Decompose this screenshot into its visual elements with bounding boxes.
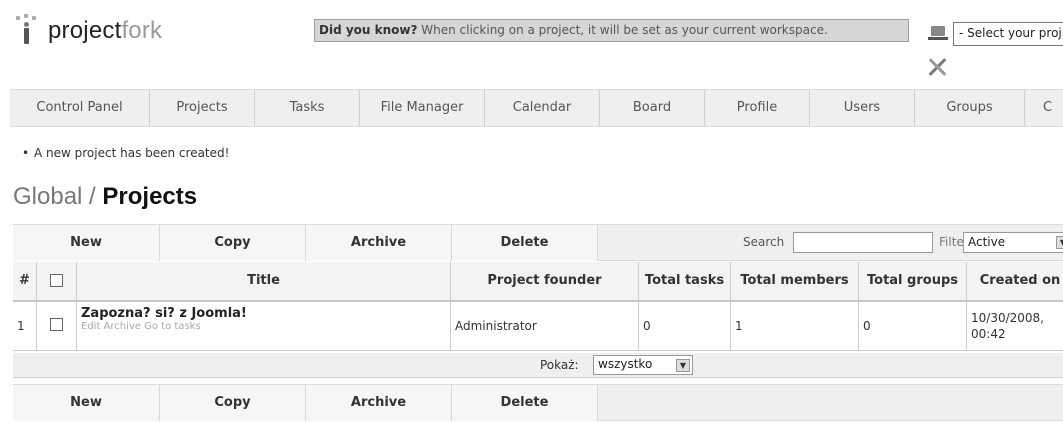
title-prefix[interactable]: Global <box>13 183 82 210</box>
archive-button-bottom[interactable]: Archive <box>306 385 452 421</box>
did-you-know-tip: Did you know? When clicking on a project… <box>314 19 909 42</box>
delete-button-bottom[interactable]: Delete <box>452 385 598 421</box>
nav-more[interactable]: C <box>1025 90 1063 126</box>
created-time: 00:42 <box>971 327 1006 341</box>
nav-users[interactable]: Users <box>810 90 915 126</box>
logo[interactable]: projectfork <box>14 14 162 48</box>
row-total-members: 1 <box>731 302 859 350</box>
pager-label: Pokaż: <box>540 358 579 372</box>
nav-board[interactable]: Board <box>600 90 705 126</box>
tip-label: Did you know? <box>319 23 418 37</box>
header-total-groups[interactable]: Total groups <box>859 262 967 300</box>
row-total-groups: 0 <box>859 302 967 350</box>
header-select-all <box>37 262 77 300</box>
archive-button[interactable]: Archive <box>306 225 452 261</box>
filter-select[interactable]: Active▼ <box>963 232 1063 253</box>
search-label: Search <box>743 235 785 249</box>
header-total-tasks[interactable]: Total tasks <box>639 262 731 300</box>
search-input[interactable] <box>793 232 933 253</box>
nav-tasks[interactable]: Tasks <box>255 90 360 126</box>
action-toolbar-bottom: New Copy Archive Delete <box>13 384 1063 421</box>
workspace-icon <box>928 24 948 40</box>
header-founder[interactable]: Project founder <box>451 262 639 300</box>
new-button-bottom[interactable]: New <box>13 385 160 421</box>
new-button[interactable]: New <box>13 225 160 261</box>
row-created-on: 10/30/2008, 00:42 <box>967 302 1063 350</box>
created-date: 10/30/2008, <box>971 311 1044 325</box>
copy-button[interactable]: Copy <box>160 225 306 261</box>
header-num: # <box>13 262 37 300</box>
nav-projects[interactable]: Projects <box>150 90 255 126</box>
select-all-checkbox[interactable] <box>50 274 63 287</box>
nav-groups[interactable]: Groups <box>915 90 1025 126</box>
copy-button-bottom[interactable]: Copy <box>160 385 306 421</box>
pagination-bar: Pokaż: wszystko ▼ <box>13 353 1063 378</box>
tip-text: When clicking on a project, it will be s… <box>417 23 828 37</box>
project-title-link[interactable]: Zapozna? si? z Joomla! <box>81 306 446 321</box>
tools-icon[interactable] <box>926 56 948 78</box>
workspace-select[interactable]: - Select your proj <box>953 22 1063 46</box>
row-total-tasks: 0 <box>639 302 731 350</box>
row-checkbox[interactable] <box>50 318 63 331</box>
project-actions[interactable]: Edit Archive Go to tasks <box>81 321 446 332</box>
projectfork-logo-icon <box>14 14 40 48</box>
header-total-members[interactable]: Total members <box>731 262 859 300</box>
row-num: 1 <box>13 302 37 350</box>
header-title[interactable]: Title <box>77 262 451 300</box>
header-created-on[interactable]: Created on <box>967 262 1063 300</box>
nav-profile[interactable]: Profile <box>705 90 810 126</box>
nav-calendar[interactable]: Calendar <box>485 90 600 126</box>
nav-control-panel[interactable]: Control Panel <box>10 90 150 126</box>
title-separator: / <box>82 183 103 210</box>
chevron-down-icon: ▼ <box>1056 236 1063 249</box>
status-message: A new project has been created! <box>22 146 229 160</box>
page-title: Global / Projects <box>13 183 197 211</box>
pager-limit-select[interactable]: wszystko ▼ <box>593 355 693 375</box>
table-header-row: # Title Project founder Total tasks Tota… <box>13 262 1063 302</box>
table-row: 1 Zapozna? si? z Joomla! Edit Archive Go… <box>13 302 1063 351</box>
projects-table: # Title Project founder Total tasks Tota… <box>13 262 1063 351</box>
chevron-down-icon: ▼ <box>676 359 690 372</box>
nav-file-manager[interactable]: File Manager <box>360 90 485 126</box>
row-founder: Administrator <box>451 302 639 350</box>
delete-button[interactable]: Delete <box>452 225 598 261</box>
title-main: Projects <box>102 183 198 210</box>
row-title-cell: Zapozna? si? z Joomla! Edit Archive Go t… <box>77 302 451 350</box>
action-toolbar: New Copy Archive Delete Search Filter Ac… <box>13 224 1063 261</box>
main-nav: Control Panel Projects Tasks File Manage… <box>10 89 1063 127</box>
row-select <box>37 302 77 350</box>
header: projectfork Did you know? When clicking … <box>0 0 1063 88</box>
logo-text: projectfork <box>48 17 163 44</box>
